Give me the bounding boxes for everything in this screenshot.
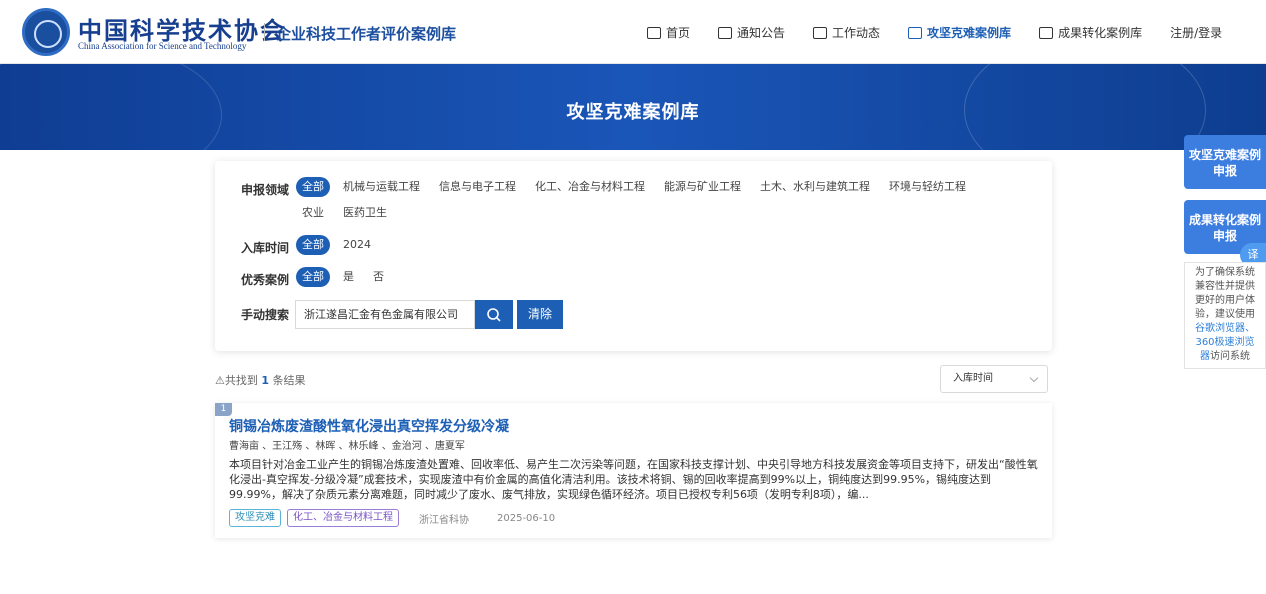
nav-tough-cases[interactable]: 攻坚克难案例库 [908, 24, 1011, 41]
result-count-prefix: 共找到 [224, 374, 258, 387]
nav-transfer-cases[interactable]: 成果转化案例库 [1039, 24, 1142, 41]
case-title[interactable]: 铜锡冶炼废渣酸性氧化浸出真空挥发分级冷凝 [229, 416, 509, 436]
nav-news[interactable]: 工作动态 [813, 24, 880, 41]
field-option-all[interactable]: 全部 [296, 177, 330, 197]
page-title: 攻坚克难案例库 [566, 102, 700, 123]
field-option-medicine[interactable]: 医药卫生 [337, 203, 393, 223]
case-card[interactable]: 1 铜锡冶炼废渣酸性氧化浸出真空挥发分级冷凝 曹海亩 、王江殇 、林晖 、林乐峰… [215, 403, 1052, 538]
search-input[interactable]: 浙江遂昌汇金有色金属有限公司 [295, 300, 475, 329]
result-count-suffix: 条结果 [272, 374, 306, 387]
filter-label-year: 入库时间 [241, 241, 290, 255]
field-options: 全部 机械与运载工程 信息与电子工程 化工、冶金与材料工程 能源与矿业工程 土木… [296, 177, 1016, 223]
top-header: 中国科学技术协会 China Association for Science a… [0, 0, 1266, 64]
chat-icon [813, 26, 828, 39]
nav-notices-label: 通知公告 [737, 26, 786, 40]
excellent-option-no[interactable]: 否 [367, 267, 390, 287]
calculator-icon [1039, 26, 1054, 39]
warning-icon: ⚠ [215, 374, 225, 387]
site-title: 企业科技工作者评价案例库 [276, 25, 457, 43]
notice-tail: 访问系统 [1210, 351, 1250, 362]
case-authors: 曹海亩 、王江殇 、林晖 、林乐峰 、金治河 、唐夏军 [229, 441, 465, 452]
page-banner: 攻坚克难案例库 [0, 64, 1266, 150]
document-icon [908, 26, 923, 39]
excellent-option-yes[interactable]: 是 [337, 267, 360, 287]
filter-label-field: 申报领域 [241, 183, 290, 197]
nav-tough-cases-label: 攻坚克难案例库 [927, 26, 1012, 40]
case-date: 2025-06-10 [497, 512, 556, 524]
nav-news-label: 工作动态 [832, 26, 881, 40]
tag-category: 攻坚克难 [229, 509, 281, 527]
excellent-options: 全部 是 否 [296, 267, 1016, 287]
field-option-environment[interactable]: 环境与轻纺工程 [883, 177, 972, 197]
nav-transfer-cases-label: 成果转化案例库 [1058, 26, 1143, 40]
sort-select[interactable]: 入库时间 [940, 365, 1048, 393]
case-org: 浙江省科协 [419, 514, 469, 526]
clear-button[interactable]: 清除 [517, 300, 563, 329]
cast-logo[interactable] [22, 8, 70, 56]
nav-home[interactable]: 首页 [647, 24, 690, 41]
nav-home-label: 首页 [666, 26, 691, 40]
year-options: 全部 2024 [296, 235, 1016, 255]
field-option-chemical[interactable]: 化工、冶金与材料工程 [529, 177, 651, 197]
year-option-all[interactable]: 全部 [296, 235, 330, 255]
excellent-option-all[interactable]: 全部 [296, 267, 330, 287]
field-option-civil[interactable]: 土木、水利与建筑工程 [754, 177, 876, 197]
field-option-agriculture[interactable]: 农业 [296, 203, 330, 223]
nav-notices[interactable]: 通知公告 [718, 24, 785, 41]
case-index: 1 [215, 403, 232, 416]
header-divider [264, 23, 265, 41]
search-button[interactable] [475, 300, 513, 329]
case-abstract: 本项目针对冶金工业产生的铜锡冶炼废渣处置难、回收率低、易产生二次污染等问题，在国… [229, 458, 1038, 501]
field-option-mechanical[interactable]: 机械与运载工程 [337, 177, 426, 197]
field-option-electronics[interactable]: 信息与电子工程 [433, 177, 522, 197]
filter-label-search: 手动搜索 [241, 308, 290, 322]
browser-notice: 为了确保系统兼容性并提供更好的用户体验，建议使用谷歌浏览器、360极速浏览器访问… [1184, 262, 1266, 369]
login-link[interactable]: 注册/登录 [1170, 24, 1222, 41]
case-tags: 攻坚克难 化工、冶金与材料工程 浙江省科协 2025-06-10 [229, 509, 569, 527]
year-option-2024[interactable]: 2024 [337, 235, 377, 255]
main-nav: 首页 通知公告 工作动态 攻坚克难案例库 成果转化案例库 注册/登录 [647, 24, 1222, 41]
home-icon [647, 26, 661, 39]
notice-text: 为了确保系统兼容性并提供更好的用户体验，建议使用 [1195, 267, 1255, 320]
result-count: ⚠共找到 1 条结果 [215, 372, 306, 388]
filter-label-excellent: 优秀案例 [241, 273, 290, 287]
result-count-number: 1 [261, 374, 270, 387]
search-icon [487, 307, 501, 322]
org-name-en: China Association for Science and Techno… [78, 41, 247, 51]
field-option-energy[interactable]: 能源与矿业工程 [658, 177, 747, 197]
tough-case-apply-button[interactable]: 攻坚克难案例申报 [1184, 135, 1266, 189]
message-icon [718, 26, 733, 39]
tag-field: 化工、冶金与材料工程 [287, 509, 399, 527]
